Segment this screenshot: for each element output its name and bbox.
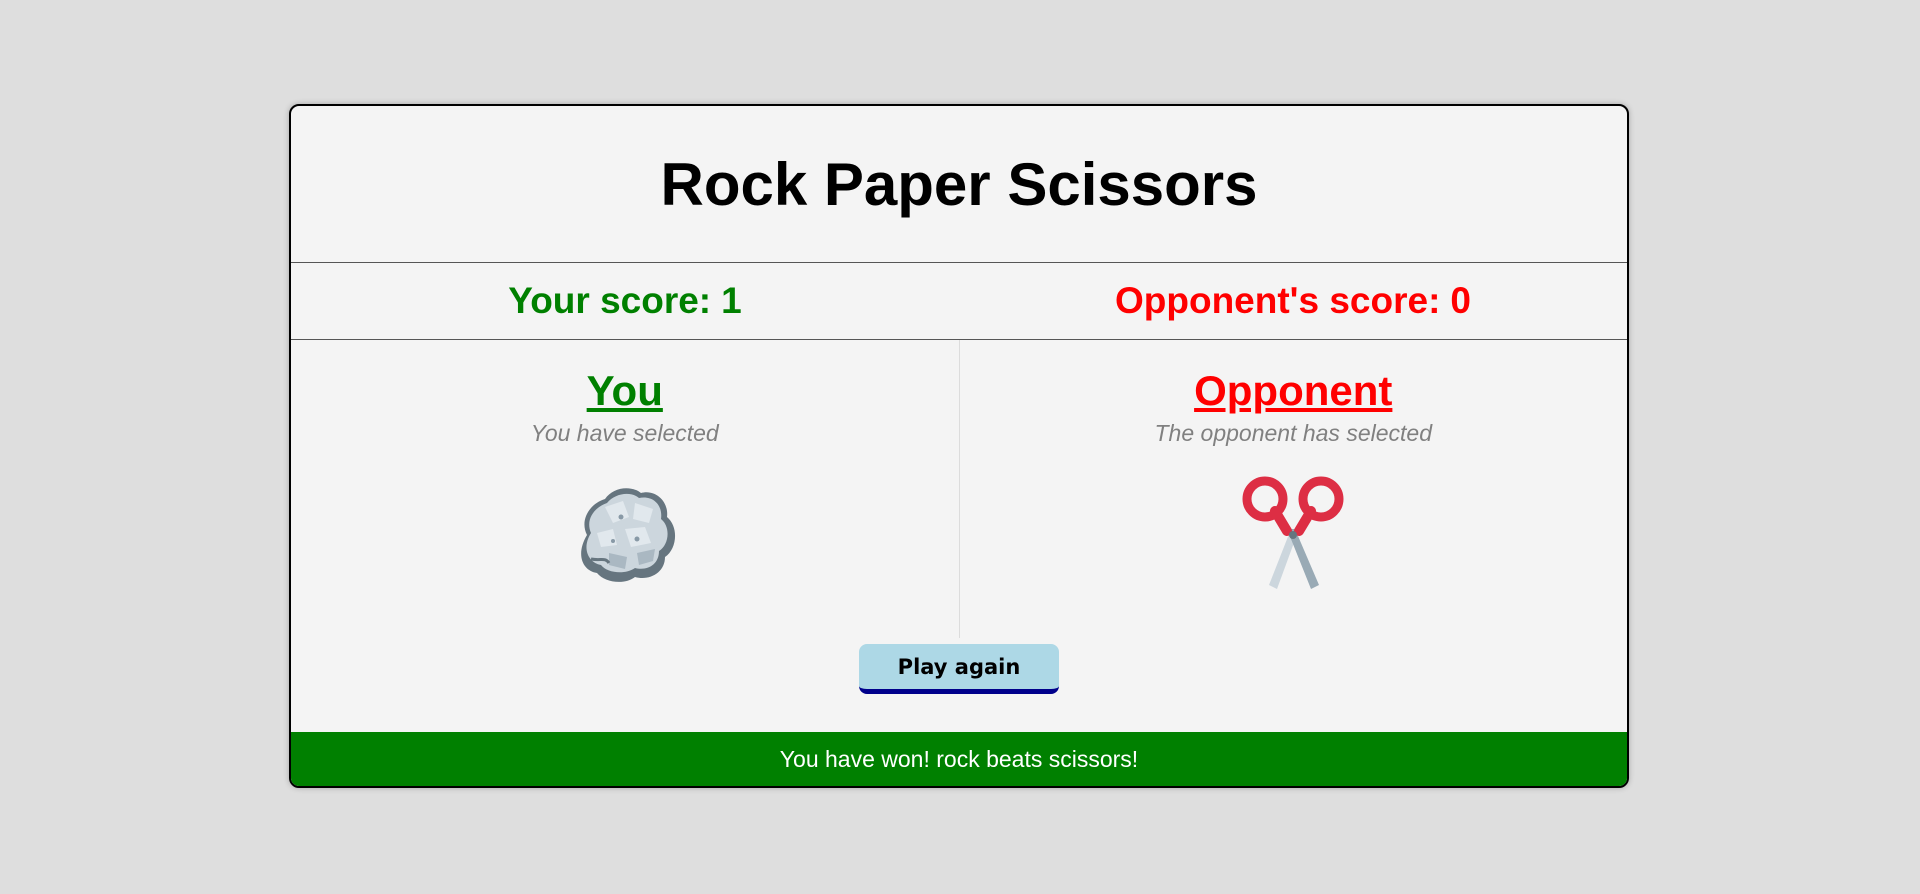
- opponent-score-label: Opponent's score:: [1115, 280, 1441, 321]
- players-section: You You have selected Opponent The oppon…: [291, 340, 1627, 638]
- you-panel: You You have selected: [291, 340, 960, 638]
- you-heading: You: [586, 367, 663, 414]
- result-banner: You have won! rock beats scissors!: [291, 732, 1627, 786]
- score-row: Your score: 1 Opponent's score: 0: [291, 263, 1627, 340]
- page-title: Rock Paper Scissors: [660, 150, 1258, 218]
- opponent-panel: Opponent The opponent has selected: [960, 340, 1628, 638]
- game-card: Rock Paper Scissors Your score: 1 Oppone…: [289, 104, 1629, 788]
- play-again-button[interactable]: Play again: [859, 644, 1059, 694]
- your-score-label: Your score:: [508, 280, 712, 321]
- you-subtitle: You have selected: [530, 420, 719, 446]
- result-message: You have won! rock beats scissors!: [779, 745, 1139, 772]
- rock-icon: [580, 488, 675, 582]
- button-row: Play again: [291, 638, 1627, 736]
- opponent-heading: Opponent: [1194, 367, 1393, 414]
- your-score-value: 1: [721, 280, 742, 321]
- title-row: Rock Paper Scissors: [291, 106, 1627, 263]
- scissors-icon: [1242, 476, 1344, 589]
- opponent-subtitle: The opponent has selected: [1154, 420, 1432, 446]
- opponent-score-value: 0: [1450, 280, 1471, 321]
- opponent-score: Opponent's score: 0: [959, 263, 1627, 339]
- your-score: Your score: 1: [291, 263, 959, 339]
